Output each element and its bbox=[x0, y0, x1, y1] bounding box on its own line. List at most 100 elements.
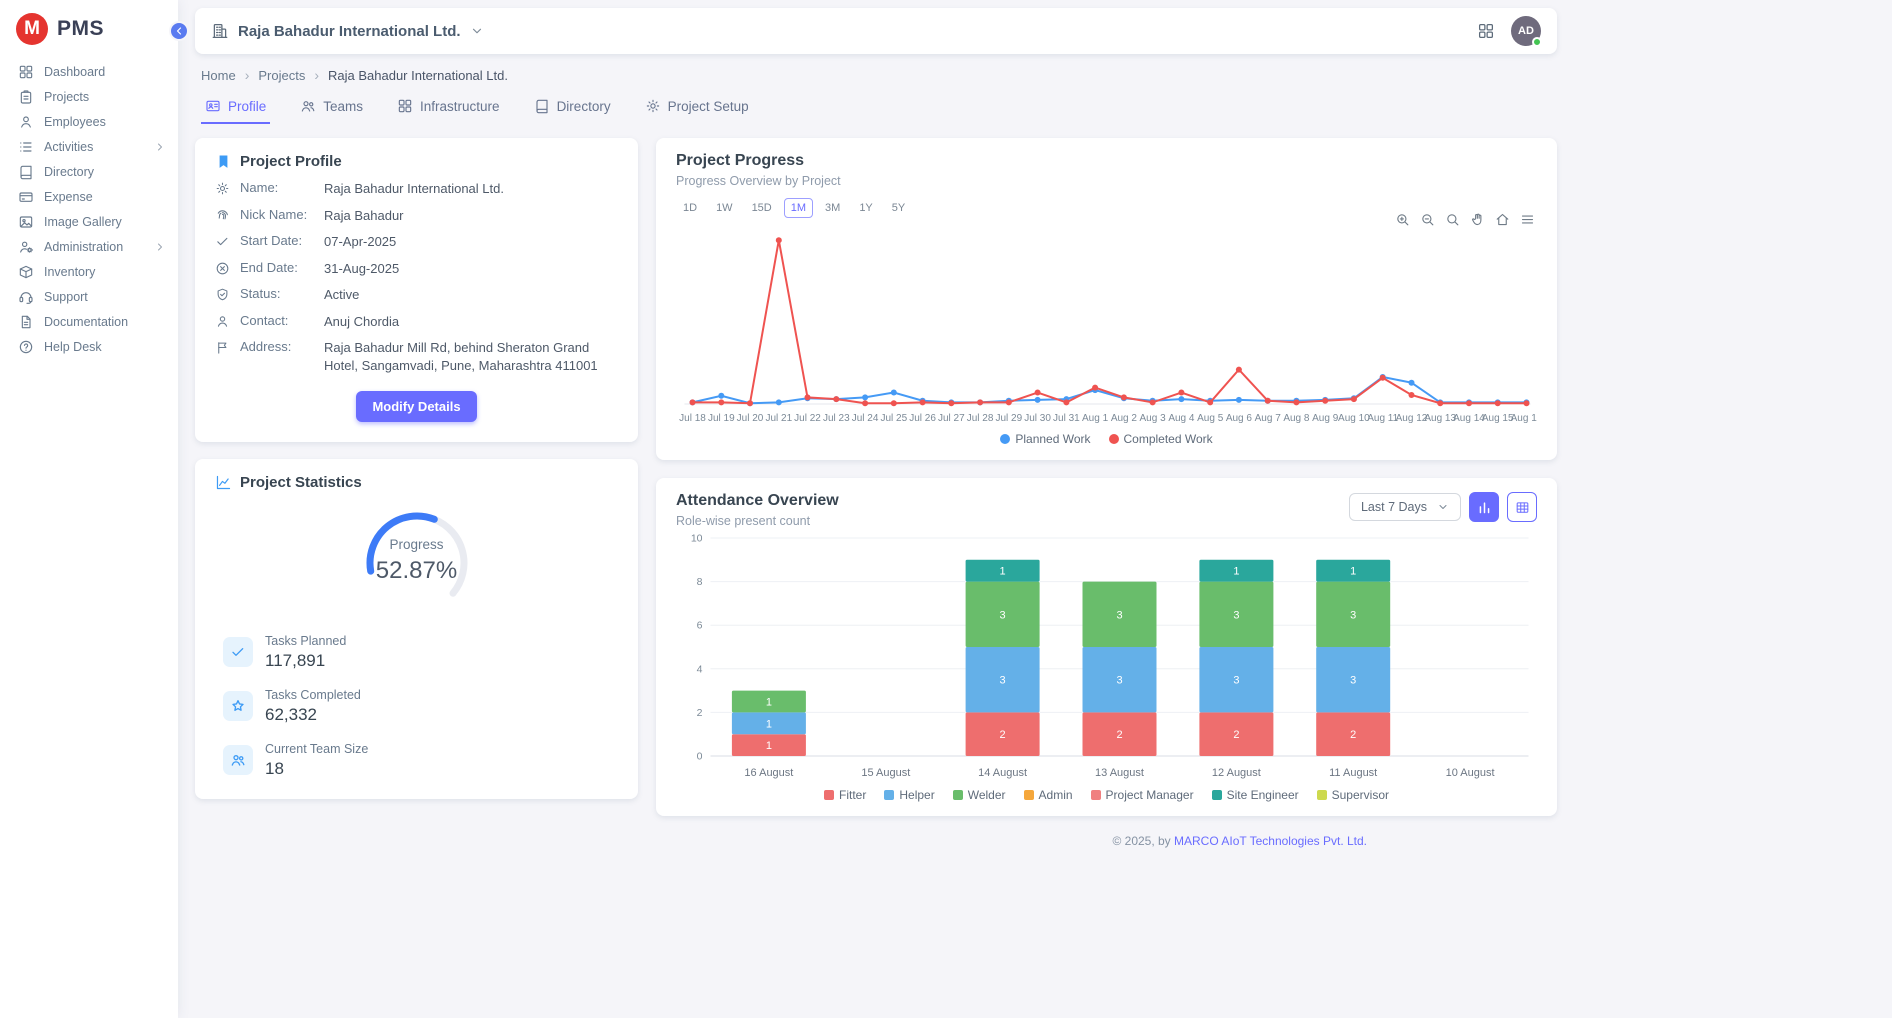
tab-infrastructure[interactable]: Infrastructure bbox=[393, 91, 504, 124]
inventory-icon bbox=[18, 264, 34, 280]
svg-text:Aug 8: Aug 8 bbox=[1283, 413, 1310, 424]
sidebar-item-employees[interactable]: Employees bbox=[0, 109, 178, 134]
stat-label: Current Team Size bbox=[265, 742, 368, 756]
modify-details-button[interactable]: Modify Details bbox=[356, 391, 476, 422]
sidebar-collapse-button[interactable] bbox=[169, 21, 189, 41]
bar-chart-view-button[interactable] bbox=[1469, 492, 1499, 522]
field-label: Nick Name: bbox=[240, 207, 314, 222]
zoom-out-icon[interactable] bbox=[1420, 212, 1435, 227]
tab-label: Teams bbox=[323, 99, 363, 114]
people-icon bbox=[223, 745, 253, 775]
legend-item-site-engineer[interactable]: Site Engineer bbox=[1212, 788, 1299, 802]
attendance-controls: Last 7 Days bbox=[1349, 492, 1537, 522]
reset-icon[interactable] bbox=[1495, 212, 1510, 227]
date-range-select[interactable]: Last 7 Days bbox=[1349, 493, 1461, 521]
legend-item-planned-work[interactable]: Planned Work bbox=[1000, 432, 1090, 446]
legend-label: Project Manager bbox=[1106, 788, 1194, 802]
legend-item-fitter[interactable]: Fitter bbox=[824, 788, 866, 802]
progress-card-title: Project Progress bbox=[676, 152, 1537, 170]
right-column: Project Progress Progress Overview by Pr… bbox=[656, 138, 1557, 858]
range-button-3m[interactable]: 3M bbox=[818, 198, 847, 218]
sidebar-item-help-desk[interactable]: Help Desk bbox=[0, 334, 178, 359]
legend-swatch bbox=[1317, 790, 1327, 800]
legend-item-welder[interactable]: Welder bbox=[953, 788, 1006, 802]
sidebar-item-image-gallery[interactable]: Image Gallery bbox=[0, 209, 178, 234]
legend-swatch bbox=[953, 790, 963, 800]
svg-text:Aug 14: Aug 14 bbox=[1453, 413, 1485, 424]
user-avatar[interactable]: AD bbox=[1511, 16, 1541, 46]
field-value: Raja Bahadur International Ltd. bbox=[324, 180, 618, 198]
stat-label: Tasks Planned bbox=[265, 634, 346, 648]
sidebar-item-label: Help Desk bbox=[44, 340, 166, 354]
sidebar-item-inventory[interactable]: Inventory bbox=[0, 259, 178, 284]
breadcrumb-item-raja-bahadur-international-ltd: Raja Bahadur International Ltd. bbox=[328, 68, 508, 83]
statistics-card-title: Project Statistics bbox=[240, 474, 362, 491]
field-label: Contact: bbox=[240, 313, 314, 328]
sidebar-item-directory[interactable]: Directory bbox=[0, 159, 178, 184]
apps-grid-icon[interactable] bbox=[1477, 22, 1495, 40]
range-button-5y[interactable]: 5Y bbox=[885, 198, 912, 218]
tab-directory[interactable]: Directory bbox=[530, 91, 615, 124]
range-button-1y[interactable]: 1Y bbox=[852, 198, 879, 218]
administration-icon bbox=[18, 239, 34, 255]
legend-item-helper[interactable]: Helper bbox=[884, 788, 934, 802]
zoom-in-icon[interactable] bbox=[1395, 212, 1410, 227]
svg-text:13 August: 13 August bbox=[1095, 767, 1144, 779]
breadcrumb-item-projects[interactable]: Projects bbox=[258, 68, 305, 83]
table-icon bbox=[1515, 500, 1530, 515]
sidebar-item-label: Expense bbox=[44, 190, 166, 204]
tab-project-setup[interactable]: Project Setup bbox=[641, 91, 753, 124]
legend-item-supervisor[interactable]: Supervisor bbox=[1317, 788, 1389, 802]
sidebar-item-projects[interactable]: Projects bbox=[0, 84, 178, 109]
sidebar-nav: Dashboard Projects EmployeesActivitiesDire… bbox=[0, 59, 178, 359]
sidebar-item-activities[interactable]: Activities bbox=[0, 134, 178, 159]
company-name: Raja Bahadur International Ltd. bbox=[238, 23, 461, 40]
stat-value: 18 bbox=[265, 759, 368, 779]
footer-link[interactable]: MARCO AIoT Technologies Pvt. Ltd. bbox=[1174, 834, 1367, 848]
shield-icon bbox=[215, 287, 230, 302]
legend-label: Admin bbox=[1039, 788, 1073, 802]
breadcrumb-item-home[interactable]: Home bbox=[201, 68, 236, 83]
range-button-15d[interactable]: 15D bbox=[745, 198, 779, 218]
company-selector[interactable]: Raja Bahadur International Ltd. bbox=[211, 22, 484, 40]
progress-card-subtitle: Progress Overview by Project bbox=[676, 174, 1537, 188]
legend-item-admin[interactable]: Admin bbox=[1024, 788, 1073, 802]
sidebar-item-label: Image Gallery bbox=[44, 215, 166, 229]
people-icon bbox=[300, 98, 316, 114]
progress-gauge: Progress 52.87% bbox=[347, 499, 487, 617]
sidebar-item-support[interactable]: Support bbox=[0, 284, 178, 309]
selection-zoom-icon[interactable] bbox=[1445, 212, 1460, 227]
sidebar-item-administration[interactable]: Administration bbox=[0, 234, 178, 259]
sidebar-item-dashboard[interactable]: Dashboard bbox=[0, 59, 178, 84]
svg-text:1: 1 bbox=[1233, 566, 1239, 578]
online-status-dot bbox=[1532, 37, 1542, 47]
svg-text:1: 1 bbox=[1000, 566, 1006, 578]
legend-item-project-manager[interactable]: Project Manager bbox=[1091, 788, 1194, 802]
app-logo[interactable]: M PMS bbox=[0, 0, 178, 59]
pan-icon[interactable] bbox=[1470, 212, 1485, 227]
menu-icon[interactable] bbox=[1520, 212, 1535, 227]
stat-value: 62,332 bbox=[265, 705, 361, 725]
legend-item-completed-work[interactable]: Completed Work bbox=[1109, 432, 1213, 446]
left-column: Project Profile Name:Raja Bahadur Intern… bbox=[195, 138, 638, 799]
svg-text:10: 10 bbox=[691, 533, 703, 545]
field-value: Active bbox=[324, 286, 618, 304]
building-icon bbox=[211, 22, 229, 40]
tab-teams[interactable]: Teams bbox=[296, 91, 367, 124]
sidebar-item-label: Projects bbox=[44, 90, 166, 104]
table-view-button[interactable] bbox=[1507, 492, 1537, 522]
range-button-1m[interactable]: 1M bbox=[784, 198, 813, 218]
svg-text:14 August: 14 August bbox=[978, 767, 1027, 779]
svg-text:3: 3 bbox=[1233, 675, 1239, 687]
sidebar-item-label: Administration bbox=[44, 240, 144, 254]
statistics-rows: Tasks Planned117,891Tasks Completed62,33… bbox=[215, 632, 618, 779]
range-button-1d[interactable]: 1D bbox=[676, 198, 704, 218]
tab-profile[interactable]: Profile bbox=[201, 91, 270, 124]
stat-current-team-size: Current Team Size 18 bbox=[215, 740, 618, 779]
range-button-1w[interactable]: 1W bbox=[709, 198, 740, 218]
svg-text:Aug 15: Aug 15 bbox=[1482, 413, 1514, 424]
svg-text:Aug 9: Aug 9 bbox=[1312, 413, 1339, 424]
sidebar-item-expense[interactable]: Expense bbox=[0, 184, 178, 209]
sidebar-item-documentation[interactable]: Documentation bbox=[0, 309, 178, 334]
svg-text:Jul 23: Jul 23 bbox=[823, 413, 850, 424]
